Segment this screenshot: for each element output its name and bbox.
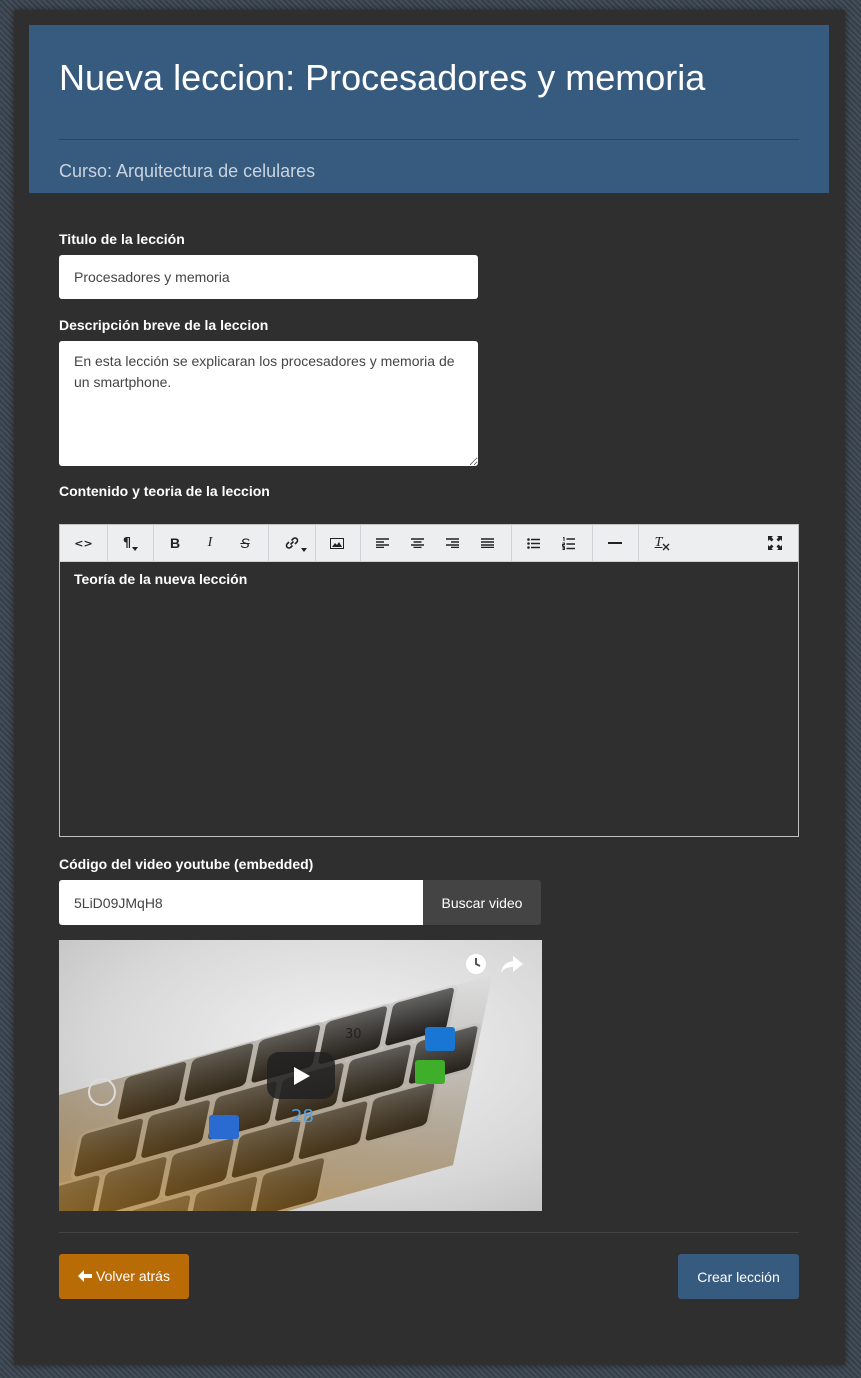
code-view-button[interactable]: <> — [60, 525, 107, 561]
align-right-icon — [445, 538, 459, 548]
thumb-app-tile — [425, 1027, 455, 1051]
align-center-button[interactable] — [402, 525, 432, 561]
horizontal-rule-button[interactable] — [600, 525, 630, 561]
editor-content-area[interactable]: Teoría de la nueva lección — [60, 562, 798, 836]
description-label: Descripción breve de la leccion — [59, 317, 269, 333]
share-icon[interactable] — [500, 954, 524, 974]
thumb-number: 28 — [291, 1106, 314, 1127]
align-center-icon — [410, 538, 424, 548]
caret-down-icon — [301, 548, 307, 552]
align-justify-icon — [480, 538, 494, 548]
editor-toolbar: <> ¶ B I S T — [60, 525, 798, 562]
video-code-input[interactable] — [59, 880, 423, 925]
search-video-button[interactable]: Buscar video — [423, 880, 541, 925]
toolbar-separator — [360, 525, 361, 561]
clear-format-button[interactable]: T — [645, 525, 680, 561]
youtube-video-embed[interactable]: 30 28 — [59, 940, 542, 1211]
caret-down-icon — [132, 547, 139, 551]
toolbar-separator — [153, 525, 154, 561]
strikethrough-button[interactable]: S — [230, 525, 260, 561]
toolbar-separator — [592, 525, 593, 561]
bullet-list-button[interactable] — [518, 525, 548, 561]
rich-text-editor: <> ¶ B I S T Teoría de la nueva lección — [59, 524, 799, 837]
course-subtitle: Curso: Arquitectura de celulares — [59, 161, 316, 181]
toolbar-separator — [638, 525, 639, 561]
create-lesson-button[interactable]: Crear lección — [678, 1254, 799, 1299]
align-justify-button[interactable] — [472, 525, 502, 561]
page-title: Nueva leccion: Procesadores y memoria — [59, 57, 706, 98]
italic-button[interactable]: I — [195, 525, 225, 561]
bullet-list-icon — [526, 537, 540, 549]
arrow-left-icon — [78, 1270, 93, 1282]
bold-button[interactable]: B — [160, 525, 190, 561]
thumb-number: 30 — [345, 1027, 362, 1042]
footer-divider — [59, 1232, 799, 1233]
play-button[interactable] — [267, 1052, 335, 1099]
thumb-app-tile — [209, 1115, 239, 1139]
play-icon — [294, 1067, 310, 1085]
numbered-list-icon — [561, 536, 575, 550]
toolbar-separator — [315, 525, 316, 561]
horizontal-rule-icon — [608, 542, 622, 544]
numbered-list-button[interactable] — [553, 525, 583, 561]
insert-image-button[interactable] — [322, 525, 352, 561]
fullscreen-icon — [767, 536, 782, 550]
paragraph-icon: ¶ — [122, 535, 132, 551]
video-code-label: Código del video youtube (embedded) — [59, 856, 314, 872]
x-icon — [662, 543, 670, 551]
content-label: Contenido y teoria de la leccion — [59, 483, 270, 499]
title-label: Titulo de la lección — [59, 231, 185, 247]
paragraph-format-button[interactable]: ¶ — [108, 525, 153, 561]
watch-later-icon[interactable] — [465, 953, 487, 975]
toolbar-separator — [511, 525, 512, 561]
clear-format-icon: T — [654, 535, 663, 550]
description-textarea[interactable]: En esta lección se explicaran los proces… — [59, 341, 478, 466]
back-button-label: Volver atrás — [96, 1268, 170, 1284]
editor-content-text: Teoría de la nueva lección — [74, 571, 248, 587]
insert-link-button[interactable] — [275, 525, 315, 561]
header-divider — [59, 139, 799, 140]
toolbar-separator — [268, 525, 269, 561]
link-icon — [285, 537, 299, 549]
back-button[interactable]: Volver atrás — [59, 1254, 189, 1299]
align-left-icon — [375, 538, 389, 548]
main-panel: Nueva leccion: Procesadores y memoria Cu… — [14, 10, 845, 1365]
image-icon — [330, 537, 344, 549]
align-left-button[interactable] — [367, 525, 397, 561]
thumb-app-tile — [415, 1060, 445, 1084]
page-header: Nueva leccion: Procesadores y memoria Cu… — [29, 25, 829, 193]
align-right-button[interactable] — [437, 525, 467, 561]
title-input[interactable] — [59, 255, 478, 299]
fullscreen-button[interactable] — [758, 525, 791, 561]
